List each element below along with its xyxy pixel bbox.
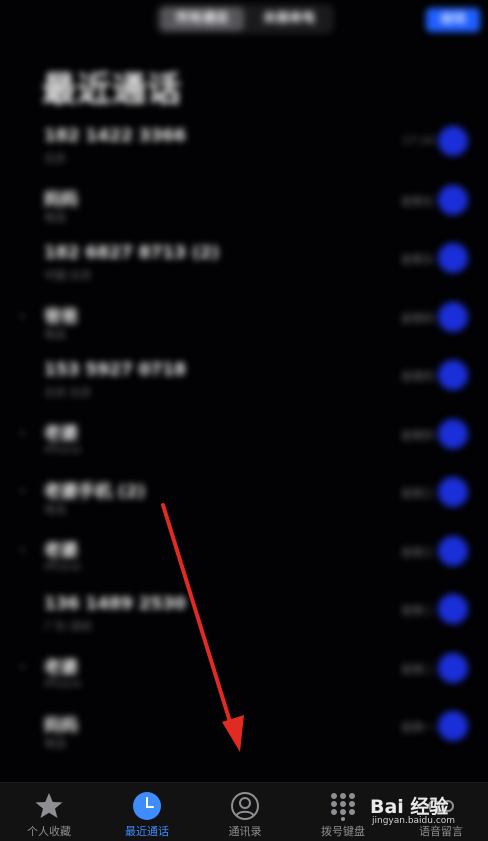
info-icon[interactable] [438,243,468,273]
caller-label: iPhone [44,442,82,456]
call-time: 17:10 [402,134,434,147]
info-icon[interactable] [438,301,468,332]
watermark-url: jingyan.baidu.com [372,816,456,826]
caller-label: 中国·北京 [44,269,92,282]
call-time: 星期一 [401,721,434,734]
caller-name: 153 5927 0718 [44,360,186,380]
info-icon[interactable] [438,594,468,624]
tab-label-recents: 最近通话 [125,825,169,838]
outgoing-call-icon: ↘ [18,661,26,672]
tab-label-contacts: 通讯录 [228,825,262,838]
keypad-icon [331,793,355,821]
caller-label: 北京 [44,152,66,165]
caller-name: 爸爸 [44,306,78,327]
call-row[interactable]: 153 5927 0718 北京·北京 星期四 [0,356,488,414]
call-row[interactable]: 妈妈 电话 星期一 [0,707,488,765]
call-row[interactable]: ↘ 老婆手机 (2) 电话 星期三 [0,473,488,531]
tab-label-favorites: 个人收藏 [27,825,71,838]
contact-icon [231,792,259,820]
call-row[interactable]: ↘ 爸爸 电话 星期四 [0,298,488,356]
info-icon[interactable] [438,360,468,390]
call-time: 星期五 [401,194,434,208]
caller-label: 北京·北京 [44,386,92,399]
page-title: 最近通话 [42,70,182,110]
call-row[interactable]: ↘ 老婆 iPhone 星期二 [0,649,488,707]
baidu-jingyan-watermark: Bai 经验 jingyan.baidu.com [366,790,486,830]
caller-name: 182 6827 8713 (2) [44,243,220,263]
star-icon [35,793,63,818]
call-row[interactable]: ↘ 老婆 iPhone 星期四 [0,415,488,473]
call-time: 星期四 [401,370,434,383]
caller-label: iPhone [44,559,82,573]
caller-label: 广东·深圳 [44,620,92,633]
call-time: 星期四 [401,428,434,442]
tab-favorites[interactable]: 个人收藏 [4,791,94,839]
info-icon[interactable] [438,477,468,507]
caller-name: 老婆 [44,540,78,561]
segment-all-calls[interactable]: 所有通话 [160,7,244,31]
caller-label: iPhone [44,676,82,690]
call-time: 星期二 [401,662,434,676]
caller-label: 电话 [44,210,66,224]
caller-label: 电话 [44,327,66,341]
edit-button[interactable]: 编辑 [426,8,480,32]
caller-name: 老婆手机 (2) [44,482,146,502]
outgoing-call-icon: ↘ [18,544,26,555]
info-icon[interactable] [438,652,468,683]
call-row[interactable]: 182 1422 3366 北京 17:10 [0,122,488,180]
segment-missed-calls[interactable]: 未接来电 [248,7,330,31]
caller-name: 妈妈 [44,189,78,210]
tab-recents[interactable]: 最近通话 [102,791,192,839]
caller-name: 老婆 [44,657,78,678]
call-row[interactable]: ↘ 老婆 iPhone 星期三 [0,532,488,590]
outgoing-call-icon: ↘ [18,486,26,496]
call-row[interactable]: 136 1489 2530 广东·深圳 星期二 [0,590,488,648]
call-row[interactable]: 182 6827 8713 (2) 中国·北京 星期五 [0,239,488,297]
phone-screen: 所有通话 未接来电 编辑 最近通话 182 1422 3366 北京 17:10 妈妈… [0,0,488,841]
call-time: 星期五 [401,253,434,266]
caller-label: 电话 [44,503,66,516]
call-time: 星期三 [401,545,434,559]
caller-name: 182 1422 3366 [44,126,186,146]
caller-label: 电话 [44,737,66,750]
info-icon[interactable] [438,126,468,156]
outgoing-call-icon: ↘ [18,310,26,321]
clock-icon [133,792,161,820]
call-filter-segmented-control: 所有通话 未接来电 [156,4,334,34]
tab-contacts[interactable]: 通讯录 [200,791,290,839]
caller-name: 136 1489 2530 [44,594,186,614]
watermark-logo-text: Bai 经验 [370,796,449,818]
call-row[interactable]: 妈妈 电话 星期五 [0,181,488,239]
info-icon[interactable] [438,535,468,566]
info-icon[interactable] [438,184,468,215]
info-icon[interactable] [438,711,468,741]
recents-content: 所有通话 未接来电 编辑 最近通话 182 1422 3366 北京 17:10 妈妈… [0,0,488,790]
caller-name: 老婆 [44,423,78,444]
info-icon[interactable] [438,418,468,449]
call-time: 星期二 [401,604,434,617]
caller-name: 妈妈 [44,716,78,736]
outgoing-call-icon: ↘ [18,427,26,438]
call-time: 星期三 [401,487,434,500]
call-time: 星期四 [401,311,434,325]
